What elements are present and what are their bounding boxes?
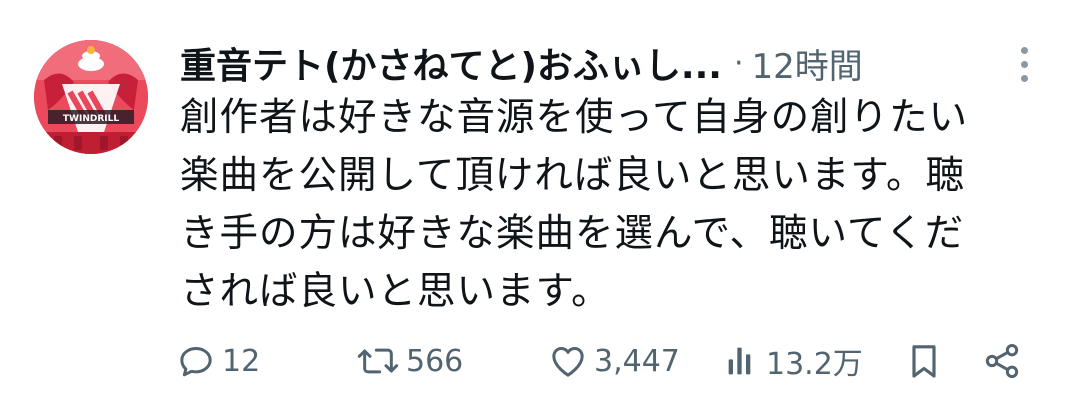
- more-vertical-icon-dot: [1020, 74, 1028, 82]
- tweet-header: 重音テト(かさねてと)おふぃし... · 12時間: [180, 36, 1000, 90]
- bookmark-button[interactable]: [906, 334, 942, 388]
- like-button[interactable]: 3,447: [548, 334, 680, 388]
- retweet-count: 566: [406, 343, 464, 379]
- action-bar: 12 566 3,447 13.2万: [176, 334, 1036, 388]
- share-icon: [985, 344, 1019, 378]
- separator-dot: ·: [733, 45, 744, 81]
- heart-icon: [552, 347, 584, 377]
- more-vertical-icon: [1020, 46, 1028, 54]
- avatar[interactable]: TWINDRILL: [34, 40, 148, 154]
- bookmark-icon: [912, 345, 936, 378]
- reply-count: 12: [222, 343, 261, 379]
- retweet-icon: [357, 348, 399, 374]
- share-button[interactable]: [982, 334, 1022, 388]
- tweet-text-line: されば良いと思います。: [180, 269, 611, 314]
- timestamp[interactable]: 12時間: [751, 39, 862, 88]
- retweet-button[interactable]: 566: [356, 334, 463, 388]
- svg-text:TWINDRILL: TWINDRILL: [63, 114, 119, 124]
- reply-button[interactable]: 12: [176, 334, 260, 388]
- tweet-text-line: 創作者は好きな音源を使って自身の創りたい: [180, 95, 969, 140]
- more-vertical-icon-dot: [1020, 60, 1028, 68]
- like-count: 3,447: [594, 343, 680, 379]
- tweet-text-line: 楽曲を公開して頂ければ良いと思います。聴: [180, 153, 965, 198]
- views-icon: [728, 347, 751, 375]
- more-options-button[interactable]: [1008, 42, 1040, 86]
- view-count: 13.2万: [766, 347, 863, 382]
- reply-icon: [180, 347, 212, 377]
- tweet-card[interactable]: TWINDRILL 重音テト(かさねてと)おふぃし... · 12時間 創作者は…: [0, 0, 1080, 403]
- avatar-image: TWINDRILL: [34, 40, 148, 154]
- display-name[interactable]: 重音テト(かさねてと)おふぃし...: [180, 37, 722, 89]
- tweet-text-line: き手の方は好きな楽曲を選んで、聴いてくだ: [180, 211, 965, 256]
- views-button[interactable]: 13.2万: [724, 334, 863, 388]
- tweet-text: 創作者は好きな音源を使って自身の創りたい 楽曲を公開して頂ければ良いと思います。…: [180, 89, 1030, 321]
